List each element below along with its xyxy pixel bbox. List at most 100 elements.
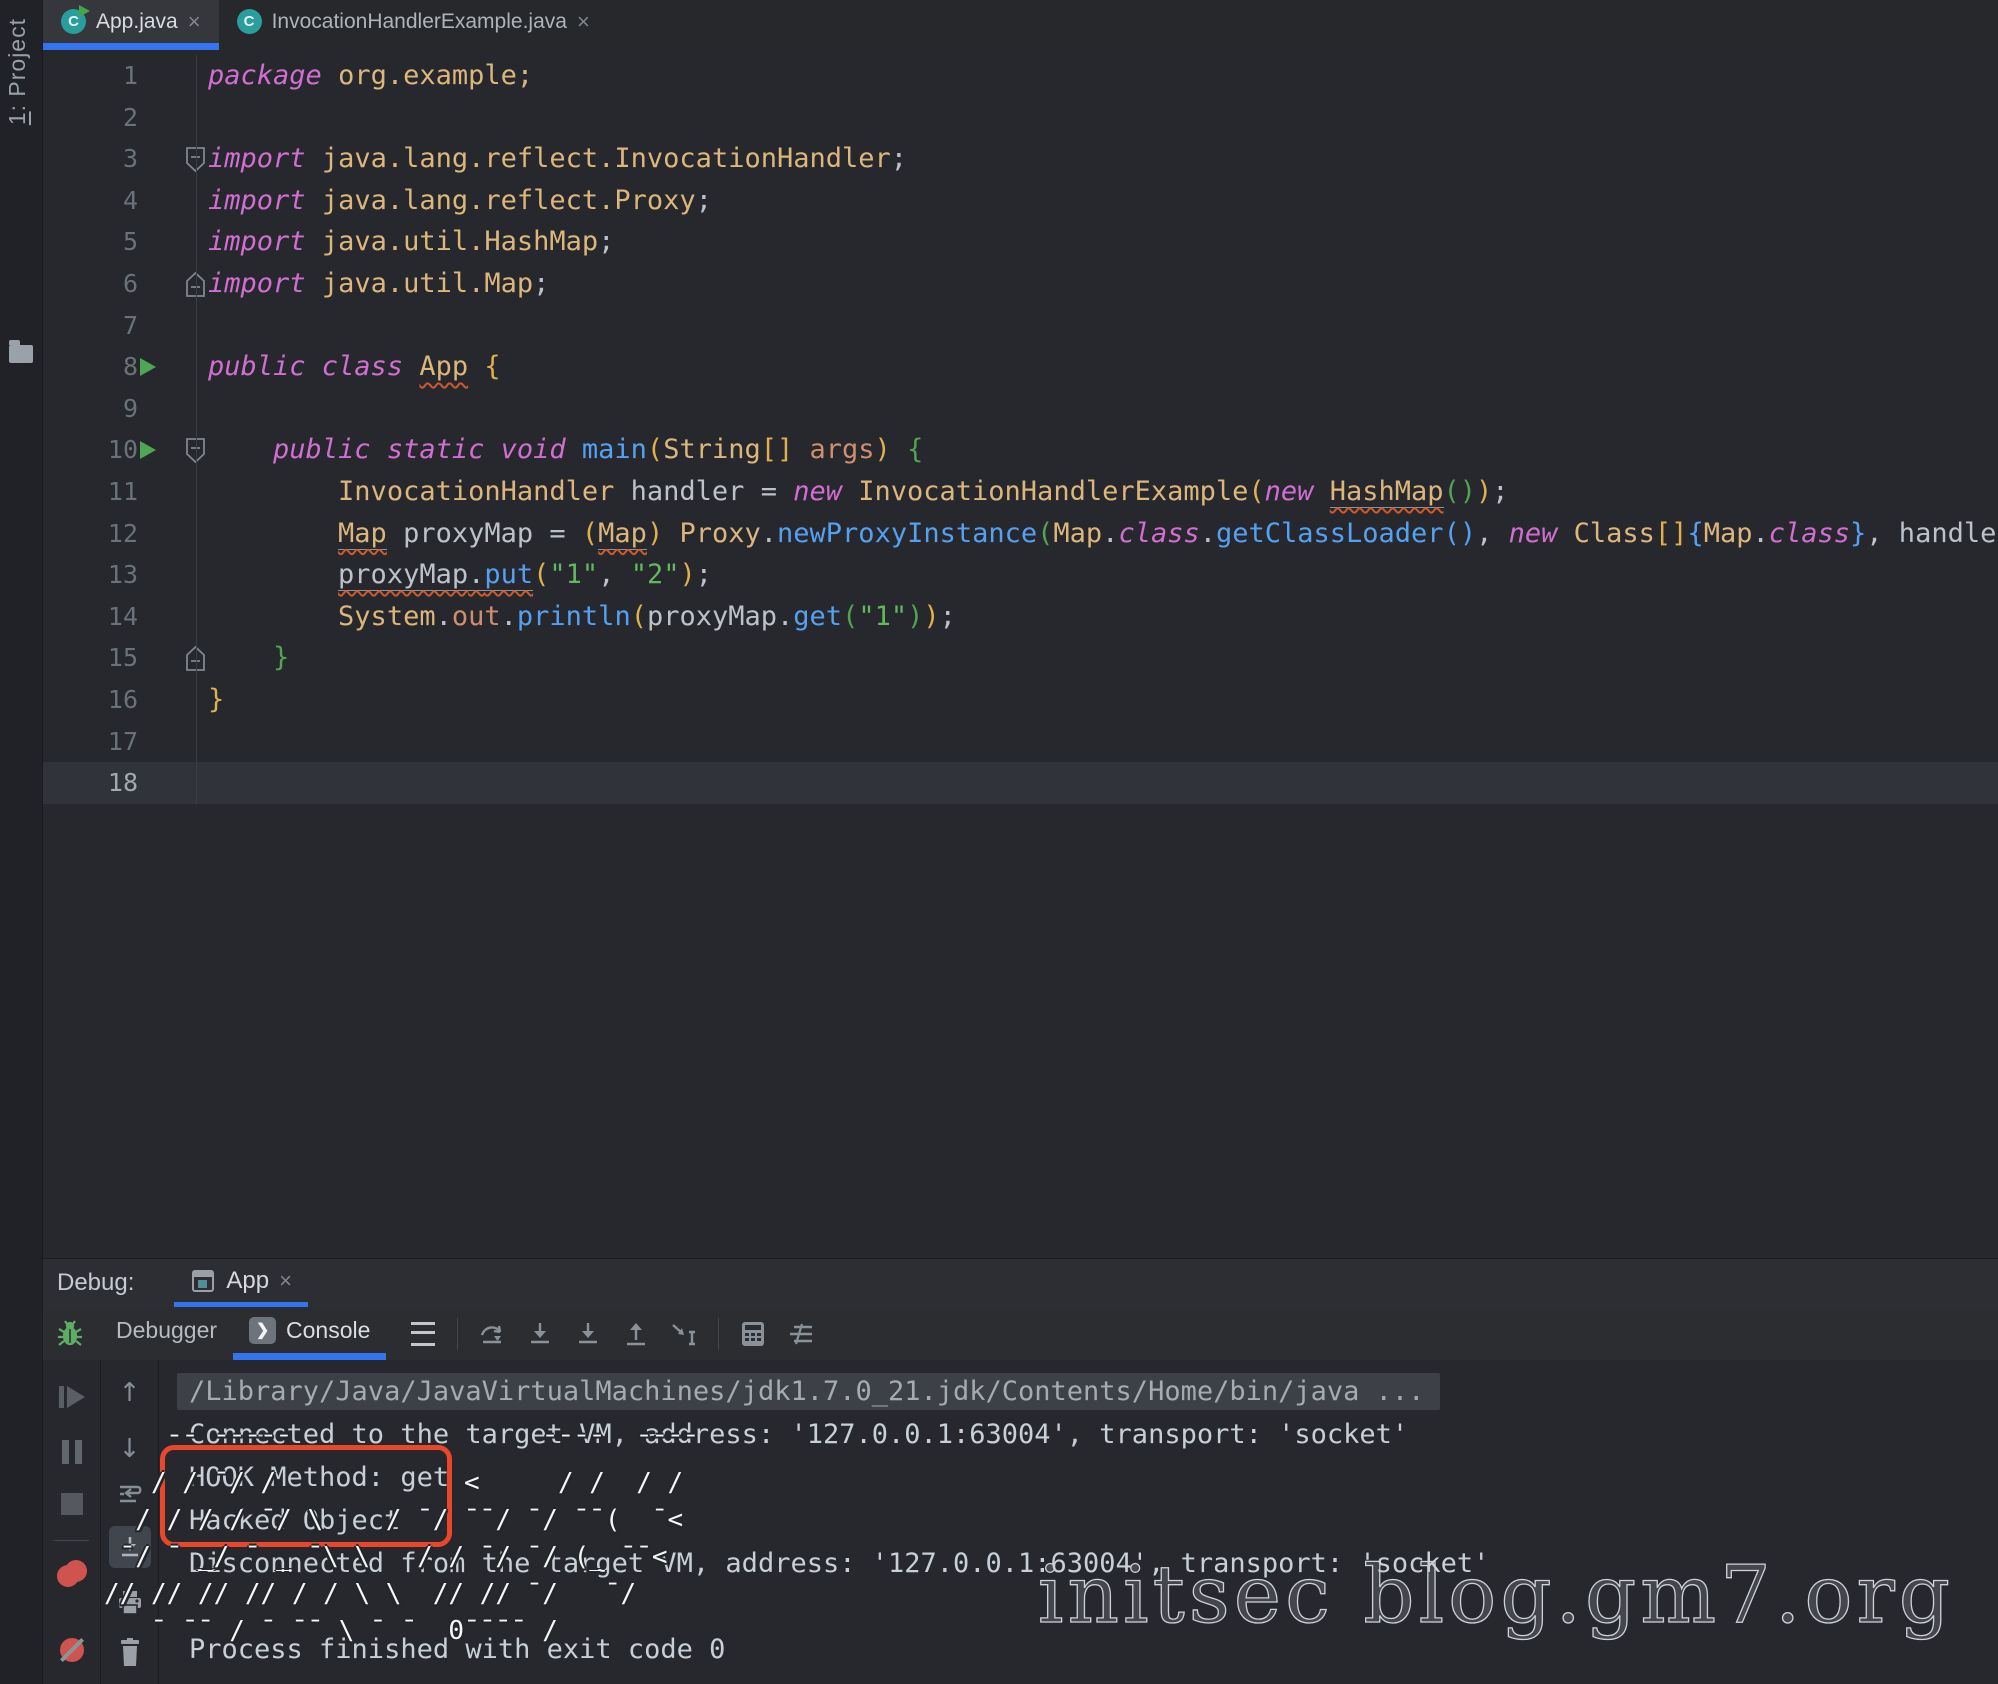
run-overlay-icon — [79, 5, 90, 17]
debug-panel-header: Debug: App × — [43, 1258, 1998, 1308]
line-number: 12 — [43, 513, 138, 555]
code-text: import java.lang.reflect.InvocationHandl… — [208, 138, 907, 180]
debugger-actions-column — [43, 1360, 101, 1684]
tool-window-strip: 1: Project — [0, 0, 43, 1684]
tab-debugger[interactable]: Debugger — [100, 1307, 233, 1360]
code-text: import java.util.Map; — [208, 263, 549, 305]
code-text: } — [208, 679, 224, 721]
view-breakpoints-button[interactable] — [57, 1560, 87, 1586]
code-line: 6 import java.util.Map; — [43, 263, 1998, 305]
tab-console[interactable]: ❯ Console — [233, 1307, 386, 1360]
tab-app-java[interactable]: C App.java × — [43, 0, 219, 50]
code-line: 9 — [43, 388, 1998, 430]
java-class-icon: C — [237, 9, 262, 34]
close-icon[interactable]: × — [279, 1270, 292, 1292]
code-line: 12 Map proxyMap = (Map) Proxy.newProxyIn… — [43, 513, 1998, 555]
stop-button[interactable] — [61, 1493, 83, 1515]
gutter-divider — [196, 180, 197, 222]
soft-wrap-button[interactable] — [116, 1482, 144, 1508]
toolbar-separator — [457, 1318, 458, 1350]
run-to-cursor-button[interactable] — [669, 1319, 699, 1349]
line-number: 15 — [43, 637, 138, 679]
debug-session-tab[interactable]: App × — [174, 1259, 308, 1308]
hamburger-icon — [411, 1322, 435, 1346]
code-text: } — [208, 637, 289, 679]
up-stack-trace-button[interactable]: ↑ — [119, 1378, 141, 1408]
code-text: import java.lang.reflect.Proxy; — [208, 180, 712, 222]
tab-label: InvocationHandlerExample.java — [272, 10, 567, 34]
line-number: 10 — [43, 429, 138, 471]
gutter-divider — [196, 513, 197, 555]
console-line: /Library/Java/JavaVirtualMachines/jdk1.7… — [189, 1370, 1998, 1413]
step-into-button[interactable] — [525, 1319, 555, 1349]
line-number: 9 — [43, 388, 138, 430]
gutter-divider — [196, 263, 197, 305]
line-number: 5 — [43, 221, 138, 263]
resume-button[interactable] — [59, 1386, 85, 1408]
evaluate-expression-button[interactable] — [738, 1319, 768, 1349]
close-icon[interactable]: × — [188, 11, 201, 33]
step-out-button[interactable] — [621, 1319, 651, 1349]
gutter-divider — [196, 138, 197, 180]
pause-button[interactable] — [62, 1440, 82, 1464]
gutter-divider — [196, 721, 197, 763]
step-over-button[interactable] — [477, 1319, 507, 1349]
code-lines: 1package org.example;23import java.lang.… — [43, 55, 1998, 804]
print-button[interactable] — [116, 1590, 144, 1616]
debug-panel-title: Debug: — [57, 1269, 134, 1297]
editor-tabbar: C App.java × C InvocationHandlerExample.… — [43, 0, 1998, 50]
line-number: 17 — [43, 721, 138, 763]
code-line: 3import java.lang.reflect.InvocationHand… — [43, 138, 1998, 180]
gutter-divider — [196, 55, 197, 97]
gutter-divider — [196, 762, 197, 804]
clear-all-button[interactable] — [117, 1638, 143, 1668]
layout-options-button[interactable] — [408, 1319, 438, 1349]
line-number: 6 — [43, 263, 138, 305]
debug-toolbar: Debugger ❯ Console — [43, 1307, 1998, 1361]
tab-label: App.java — [96, 10, 178, 34]
code-editor[interactable]: 1package org.example;23import java.lang.… — [43, 50, 1998, 1263]
mute-renderers-button[interactable] — [786, 1319, 816, 1349]
code-text: public static void main(String[] args) { — [208, 429, 923, 471]
console-line — [189, 1585, 1998, 1628]
line-number: 18 — [43, 762, 138, 804]
console-line: Disconnected from the target VM, address… — [189, 1542, 1998, 1585]
tab-label: Console — [286, 1317, 370, 1344]
run-gutter-icon[interactable] — [140, 441, 156, 459]
down-stack-trace-button[interactable]: ↓ — [119, 1434, 141, 1464]
gutter-divider — [196, 429, 197, 471]
gutter-divider — [196, 637, 197, 679]
console-output[interactable]: /Library/Java/JavaVirtualMachines/jdk1.7… — [159, 1360, 1998, 1684]
console-lines: /Library/Java/JavaVirtualMachines/jdk1.7… — [189, 1370, 1998, 1671]
project-label-text: : Project — [4, 18, 30, 111]
code-line: 17 — [43, 721, 1998, 763]
gutter-divider — [196, 554, 197, 596]
tab-label: Debugger — [116, 1317, 217, 1344]
line-number: 2 — [43, 97, 138, 139]
close-icon[interactable]: × — [577, 11, 590, 33]
calculator-icon — [739, 1320, 767, 1348]
gutter-divider — [196, 388, 197, 430]
tab-invocationhandlerexample-java[interactable]: C InvocationHandlerExample.java × — [219, 0, 608, 50]
console-line: Process finished with exit code 0 — [189, 1628, 1998, 1671]
gutter-divider — [196, 305, 197, 347]
line-number: 4 — [43, 180, 138, 222]
line-number: 13 — [43, 554, 138, 596]
project-label-num: 1 — [4, 111, 30, 125]
scroll-to-end-button[interactable] — [109, 1526, 151, 1568]
code-line: 16} — [43, 679, 1998, 721]
code-text: proxyMap.put("1", "2"); — [208, 554, 712, 596]
project-tool-window-button[interactable]: 1: Project — [4, 18, 31, 125]
run-gutter-icon[interactable] — [140, 358, 156, 376]
line-number: 8 — [43, 346, 138, 388]
mute-breakpoints-button[interactable] — [60, 1638, 84, 1662]
force-step-into-button[interactable] — [573, 1319, 603, 1349]
line-number: 7 — [43, 305, 138, 347]
code-line: 2 — [43, 97, 1998, 139]
gutter-divider — [196, 596, 197, 638]
line-number: 11 — [43, 471, 138, 513]
gutter-divider — [196, 679, 197, 721]
toolbar-separator — [718, 1318, 719, 1350]
code-text: public class App { — [208, 346, 501, 388]
app-run-config-icon — [190, 1268, 216, 1294]
